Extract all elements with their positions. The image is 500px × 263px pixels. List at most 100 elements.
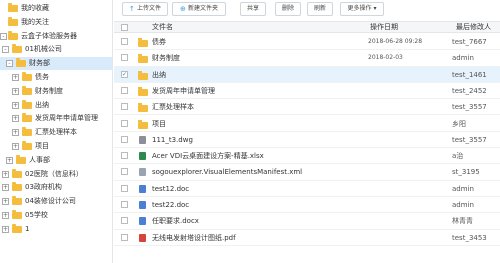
expand-icon[interactable]: + [12, 129, 19, 137]
select-all-checkbox[interactable] [121, 24, 128, 31]
sidebar-item[interactable]: +05学校 [0, 209, 112, 222]
expand-icon[interactable]: + [2, 170, 9, 178]
expand-icon[interactable]: + [2, 184, 9, 192]
row-checkbox[interactable] [121, 38, 128, 45]
expand-icon[interactable]: + [2, 225, 9, 233]
upload-button[interactable]: ↑ 上传文件 [122, 2, 168, 16]
more-actions-label: 更多操作 ▾ [347, 5, 377, 12]
header-user[interactable]: 最后修改人 [456, 22, 491, 33]
row-checkbox[interactable] [121, 168, 128, 176]
table-row[interactable]: test12.doc admin [114, 181, 500, 197]
row-checkbox[interactable] [121, 184, 128, 192]
sidebar-item[interactable]: + 项目 [0, 140, 112, 153]
expand-icon[interactable]: + [12, 143, 19, 150]
table-row[interactable]: test22.doc admin [114, 197, 500, 214]
expand-icon[interactable]: + [12, 74, 19, 81]
sidebar-item[interactable]: + 发货周年申请单管理 [0, 112, 112, 125]
sidebar-item[interactable]: + 出纳 [0, 99, 112, 112]
file-name[interactable]: sogouexplorer.VisualElementsManifest.xml [152, 164, 302, 180]
file-name[interactable]: 无线电发射塔设计图纸.pdf [152, 230, 236, 246]
file-name[interactable]: 项目 [152, 116, 166, 132]
file-name[interactable]: test12.doc [152, 181, 189, 197]
file-name[interactable]: Acer VDI云桌面建设方案-精基.xlsx [152, 148, 264, 164]
row-checkbox[interactable] [121, 119, 128, 127]
sidebar-item[interactable]: +1 [0, 223, 112, 236]
file-name[interactable]: 财务制度 [152, 50, 180, 66]
table-row[interactable]: 111_t3.dwg test_3557 [114, 132, 500, 149]
table-row[interactable]: 任职要求.docx 林青青 [114, 213, 500, 230]
sidebar-item-label: 出纳 [35, 100, 49, 109]
table-row[interactable]: 财务制度 2018-02-03 admin [114, 50, 500, 67]
expand-icon[interactable]: + [2, 212, 9, 219]
folder-icon [138, 103, 148, 113]
folder-icon [22, 141, 32, 150]
new-folder-button[interactable]: ⊕ 新建文件夹 [172, 2, 226, 16]
sidebar-item[interactable]: + 汇票处理样本 [0, 126, 112, 139]
folder-icon [8, 30, 18, 40]
row-checkbox[interactable]: ✓ [121, 70, 128, 78]
row-checkbox[interactable] [121, 86, 128, 94]
pdf-icon [139, 233, 146, 242]
expand-icon[interactable]: + [2, 198, 9, 206]
dwg-icon [139, 135, 146, 144]
expand-icon[interactable]: + [6, 156, 13, 164]
sidebar-item[interactable]: + 财务制度 [0, 85, 112, 98]
file-name[interactable]: 任职要求.docx [152, 213, 199, 229]
table-row[interactable]: 发货周年申请单管理 test_2452 [114, 83, 500, 100]
file-name[interactable]: 出纳 [152, 67, 166, 83]
folder-tree: 我的收藏 我的关注 - 云盒子体验服务器 -01机械公司 - 财务部 + 债务 + 财务制度 + 出纳 +… [0, 0, 113, 263]
expand-icon[interactable]: + [12, 115, 19, 123]
sidebar-item[interactable]: + 人事部 [0, 154, 112, 167]
more-actions-dropdown[interactable]: 更多操作 ▾ [340, 2, 384, 16]
file-user: test_3557 [452, 103, 487, 112]
expand-icon[interactable]: + [12, 101, 19, 109]
sidebar-item[interactable]: 我的关注 [0, 16, 112, 29]
sidebar-item[interactable]: - 01机械公司 [0, 43, 112, 56]
table-row[interactable]: 债券 2018-06-28 09:28 test_7667 [114, 34, 500, 51]
file-name[interactable]: 发货周年申请单管理 [152, 83, 215, 99]
sidebar-item[interactable]: +03政府机构 [0, 181, 112, 194]
file-name[interactable]: test22.doc [152, 197, 189, 213]
refresh-button[interactable]: 刷新 [307, 2, 333, 16]
row-checkbox[interactable] [121, 152, 128, 160]
row-checkbox[interactable] [121, 233, 128, 241]
table-row[interactable]: 汇票处理样本 test_3557 [114, 99, 500, 116]
header-time[interactable]: 操作日期 [370, 22, 398, 33]
row-checkbox[interactable] [121, 135, 128, 143]
table-row[interactable]: Acer VDI云桌面建设方案-精基.xlsx a治 [114, 148, 500, 165]
sidebar-item[interactable]: +02医院（信息科） [0, 168, 112, 181]
delete-button[interactable]: 删除 [275, 2, 301, 16]
share-button[interactable]: 共享 [240, 2, 266, 16]
file-name[interactable]: 111_t3.dwg [152, 132, 193, 148]
doc-icon [139, 184, 146, 193]
sidebar-item-label: 01机械公司 [25, 45, 62, 54]
collapse-icon[interactable]: - [6, 60, 13, 68]
sidebar-item-label: 05学校 [25, 211, 48, 219]
table-row[interactable]: ✓ 出纳 test_1461 [114, 66, 500, 83]
sidebar-item[interactable]: - 云盒子体验服务器 [0, 30, 112, 43]
sidebar-item[interactable]: - 财务部 [0, 57, 112, 71]
row-checkbox[interactable] [121, 103, 128, 111]
sidebar-item[interactable]: + 债务 [0, 71, 112, 84]
folder-icon [138, 119, 148, 129]
file-user: 林青青 [452, 217, 473, 226]
file-user: test_1461 [452, 70, 487, 79]
header-filename[interactable]: 文件名 [152, 22, 173, 33]
row-checkbox[interactable] [121, 54, 128, 62]
row-checkbox[interactable] [121, 201, 128, 208]
file-name[interactable]: 债券 [152, 34, 166, 50]
folder-icon [22, 99, 32, 109]
collapse-icon[interactable]: - [0, 32, 7, 40]
file-name[interactable]: 汇票处理样本 [152, 99, 194, 115]
doc-icon [139, 201, 146, 209]
folder-icon [16, 154, 26, 164]
sidebar-item[interactable]: +04装修设计公司 [0, 195, 112, 208]
row-checkbox[interactable] [121, 217, 128, 225]
table-row[interactable]: 无线电发射塔设计图纸.pdf test_3453 [114, 230, 500, 246]
file-user: test_2452 [452, 86, 487, 95]
expand-icon[interactable]: + [12, 87, 19, 95]
sidebar-item[interactable]: 我的收藏 [0, 2, 112, 15]
collapse-icon[interactable]: - [2, 46, 9, 54]
table-row[interactable]: sogouexplorer.VisualElementsManifest.xml… [114, 164, 500, 181]
table-row[interactable]: 项目 乡阳 [114, 116, 500, 132]
